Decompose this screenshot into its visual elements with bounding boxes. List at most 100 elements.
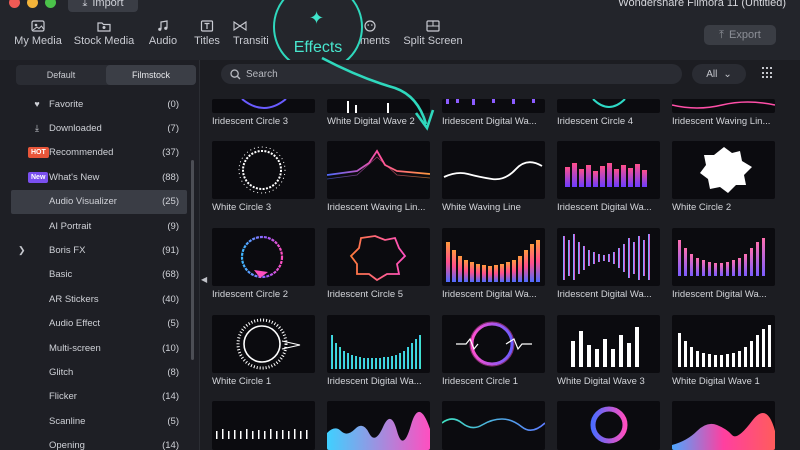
sidebar-item-glitch[interactable]: Glitch (8) — [11, 360, 187, 384]
effect-name: Iridescent Circle 2 — [212, 289, 289, 300]
sidebar-item-count: (7) — [167, 123, 179, 135]
sidebar-item-count: (14) — [162, 391, 179, 403]
minimize-window-icon[interactable] — [27, 0, 38, 8]
effect-name: Iridescent Digital Wa... — [672, 289, 767, 300]
sidebar-item-label: Downloaded — [49, 123, 102, 135]
category-list: ♥ Favorite (0) ⤓ Downloaded (7) HOT Reco… — [11, 92, 187, 450]
effect-thumbnail — [672, 315, 775, 373]
sidebar-item-whats-new[interactable]: New What's New (88) — [11, 165, 187, 189]
tab-split-screen[interactable]: Split Screen — [403, 20, 463, 47]
tab-my-media[interactable]: My Media — [14, 20, 62, 47]
tab-transitions[interactable]: Transiti — [233, 20, 273, 47]
effect-card[interactable]: White Circle 1 — [212, 315, 315, 387]
grid-view-icon[interactable] — [762, 67, 774, 79]
import-button[interactable]: ⤓ Import — [68, 0, 138, 12]
sidebar-item-count: (8) — [167, 366, 179, 378]
effect-card[interactable]: Iridescent Digital Wa... — [557, 228, 660, 300]
effect-card[interactable] — [672, 401, 775, 450]
sidebar-item-downloaded[interactable]: ⤓ Downloaded (7) — [11, 116, 187, 140]
sidebar-item-multi-screen[interactable]: Multi-screen (10) — [11, 336, 187, 360]
effect-card[interactable] — [442, 401, 545, 450]
effect-name: White Digital Wave 2 — [327, 116, 415, 127]
effect-card[interactable]: Iridescent Digital Wa... — [672, 228, 775, 300]
library-switch: Default Filmstock — [16, 65, 196, 85]
export-button[interactable]: ⤒ Export — [704, 25, 776, 45]
sidebar-item-recommended[interactable]: HOT Recommended (37) — [11, 141, 187, 165]
tab-titles[interactable]: Titles — [192, 20, 222, 47]
search-input[interactable]: Search — [221, 64, 682, 84]
tab-elements[interactable]: ments — [360, 20, 394, 47]
effect-card[interactable] — [212, 401, 315, 450]
effect-thumbnail — [327, 228, 430, 286]
effect-card[interactable]: White Digital Wave 1 — [672, 315, 775, 387]
import-icon: ⤓ — [82, 0, 88, 9]
effect-thumbnail — [442, 141, 545, 199]
sidebar-item-scanline[interactable]: Scanline (5) — [11, 409, 187, 433]
effect-thumbnail — [672, 99, 775, 113]
effect-card[interactable]: Iridescent Digital Wa... — [327, 315, 430, 387]
maximize-window-icon[interactable] — [45, 0, 56, 8]
filter-dropdown[interactable]: All ⌄ — [692, 64, 746, 84]
hot-badge: HOT — [28, 147, 49, 159]
effect-name: Iridescent Digital Wa... — [442, 289, 537, 300]
effect-thumbnail — [672, 401, 775, 450]
effect-name: Iridescent Digital Wa... — [557, 289, 652, 300]
sidebar-item-label: Recommended — [49, 147, 114, 159]
search-icon — [230, 68, 241, 79]
tab-audio[interactable]: Audio — [147, 20, 179, 47]
effect-thumbnail — [557, 228, 660, 286]
sidebar-item-label: AI Portrait — [49, 220, 92, 232]
search-placeholder: Search — [246, 68, 278, 80]
effect-card[interactable]: White Circle 2 — [672, 141, 775, 213]
effect-card[interactable]: White Circle 3 — [212, 141, 315, 213]
effect-card[interactable]: Iridescent Digital Wa... — [442, 228, 545, 300]
effect-name: Iridescent Circle 4 — [557, 116, 634, 127]
collapse-sidebar-icon[interactable]: ◀ — [201, 275, 207, 284]
effect-thumbnail — [212, 315, 315, 373]
chevron-right-icon[interactable]: ❯ — [18, 245, 26, 256]
effect-card[interactable]: Iridescent Waving Lin... — [672, 99, 775, 127]
transitions-icon — [233, 20, 247, 32]
sidebar-item-opening[interactable]: Opening (14) — [11, 433, 187, 450]
sidebar-scrollbar[interactable] — [191, 160, 194, 360]
close-window-icon[interactable] — [9, 0, 20, 8]
effect-card[interactable]: Iridescent Circle 5 — [327, 228, 430, 300]
effect-thumbnail — [327, 141, 430, 199]
sidebar-item-ar-stickers[interactable]: AR Stickers (40) — [11, 287, 187, 311]
effect-card[interactable] — [557, 401, 660, 450]
sidebar-item-basic[interactable]: Basic (68) — [11, 263, 187, 287]
sidebar-item-ai-portrait[interactable]: AI Portrait (9) — [11, 214, 187, 238]
sidebar-item-favorite[interactable]: ♥ Favorite (0) — [11, 92, 187, 116]
sidebar-item-boris-fx[interactable]: ❯ Boris FX (91) — [11, 238, 187, 262]
effect-card[interactable]: Iridescent Circle 1 — [442, 315, 545, 387]
effect-card[interactable]: White Digital Wave 3 — [557, 315, 660, 387]
media-icon — [31, 20, 45, 32]
tab-stock-media[interactable]: Stock Media — [73, 20, 135, 47]
effect-name: Iridescent Circle 5 — [327, 289, 404, 300]
chevron-down-icon: ⌄ — [723, 68, 732, 80]
sidebar-item-label: Scanline — [49, 415, 86, 427]
segment-default[interactable]: Default — [16, 65, 106, 85]
effect-name: White Waving Line — [442, 202, 521, 213]
effect-card[interactable]: Iridescent Circle 3 — [212, 99, 315, 127]
sidebar-item-flicker[interactable]: Flicker (14) — [11, 385, 187, 409]
effect-card[interactable]: White Digital Wave 2 — [327, 99, 430, 127]
sidebar-item-audio-visualizer[interactable]: Audio Visualizer (25) — [11, 189, 187, 214]
tab-label: Split Screen — [403, 35, 463, 47]
top-toolbar: ⤓ Import Wondershare Filmora 11 (Untitle… — [0, 0, 800, 60]
elements-icon — [364, 20, 376, 32]
effect-card[interactable]: Iridescent Circle 4 — [557, 99, 660, 127]
window-title: Wondershare Filmora 11 (Untitled) — [618, 0, 786, 9]
effect-card[interactable]: Iridescent Digital Wa... — [442, 99, 545, 127]
sidebar-item-count: (88) — [162, 171, 179, 183]
sidebar-item-count: (68) — [162, 269, 179, 281]
segment-filmstock[interactable]: Filmstock — [106, 65, 196, 85]
effect-card[interactable]: Iridescent Circle 2 — [212, 228, 315, 300]
effect-card[interactable]: White Waving Line — [442, 141, 545, 213]
effect-card[interactable]: Iridescent Waving Lin... — [327, 141, 430, 213]
sidebar-item-label: Audio Visualizer — [49, 196, 117, 208]
effect-card[interactable] — [327, 401, 430, 450]
sidebar-item-audio-effect[interactable]: Audio Effect (5) — [11, 312, 187, 336]
effect-name: Iridescent Digital Wa... — [557, 202, 652, 213]
effect-card[interactable]: Iridescent Digital Wa... — [557, 141, 660, 213]
